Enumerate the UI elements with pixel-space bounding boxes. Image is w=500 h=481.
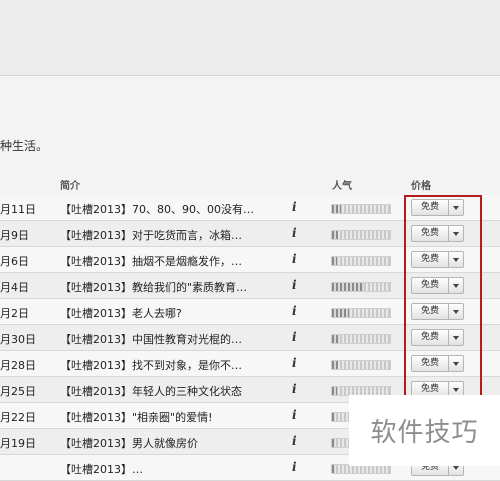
- episode-title[interactable]: 【吐槽2013】找不到对象，是你不…: [60, 357, 242, 373]
- episode-date: 月22日: [0, 411, 36, 424]
- column-header-popularity[interactable]: 人气: [332, 177, 352, 192]
- column-header-price[interactable]: 价格: [411, 177, 431, 192]
- episode-date: 月9日: [0, 229, 29, 242]
- episode-date: 月6日: [0, 255, 29, 268]
- popularity-bar: [331, 308, 391, 318]
- popularity-fill: [332, 387, 337, 395]
- watermark-logo: 软件技巧: [349, 395, 500, 466]
- episode-date: 月2日: [0, 307, 29, 320]
- episode-date: 月4日: [0, 281, 29, 294]
- info-icon[interactable]: i: [292, 252, 297, 266]
- popularity-fill: [332, 231, 338, 239]
- episode-title[interactable]: 【吐槽2013】年轻人的三种文化状态: [60, 383, 242, 399]
- popularity-fill: [332, 439, 335, 447]
- episode-title[interactable]: 【吐槽2013】教给我们的"素质教育…: [60, 279, 247, 295]
- episode-title[interactable]: 【吐槽2013】抽烟不是烟瘾发作，…: [60, 253, 242, 269]
- info-icon[interactable]: i: [292, 434, 297, 448]
- episode-title[interactable]: 【吐槽2013】中国性教育对光棍的…: [60, 331, 242, 347]
- popularity-fill: [332, 309, 350, 317]
- popularity-fill: [332, 205, 341, 213]
- episode-date: 月11日: [0, 203, 36, 216]
- info-icon[interactable]: i: [292, 356, 297, 370]
- episode-title[interactable]: 【吐槽2013】对于吃货而言，冰箱…: [60, 227, 242, 243]
- episode-title[interactable]: 【吐槽2013】老人去哪?: [60, 305, 182, 321]
- info-icon[interactable]: i: [292, 330, 297, 344]
- info-icon[interactable]: i: [292, 460, 297, 474]
- popularity-bar: [331, 360, 391, 370]
- episode-date: 月19日: [0, 437, 36, 450]
- divider: [0, 75, 500, 76]
- popularity-fill: [332, 413, 336, 421]
- popularity-fill: [332, 257, 337, 265]
- episode-date: 月25日: [0, 385, 36, 398]
- popularity-fill: [332, 283, 364, 291]
- column-header-intro[interactable]: 简介: [60, 177, 80, 192]
- popularity-bar: [331, 256, 391, 266]
- episode-title[interactable]: 【吐槽2013】"相亲圈"的爱情!: [60, 409, 213, 425]
- podcast-description: 种生活。: [0, 139, 49, 153]
- popularity-bar: [331, 282, 391, 292]
- info-icon[interactable]: i: [292, 408, 297, 422]
- popularity-fill: [332, 465, 335, 473]
- popularity-bar: [331, 230, 391, 240]
- info-icon[interactable]: i: [292, 382, 297, 396]
- popularity-bar: [331, 334, 391, 344]
- episode-title[interactable]: 【吐槽2013】…: [60, 461, 143, 477]
- episode-date: 月28日: [0, 359, 36, 372]
- top-banner: [0, 0, 500, 75]
- popularity-fill: [332, 335, 339, 343]
- episode-title[interactable]: 【吐槽2013】70、80、90、00没有…: [60, 201, 254, 217]
- info-icon[interactable]: i: [292, 278, 297, 292]
- episode-date: 月30日: [0, 333, 36, 346]
- popularity-bar: [331, 204, 391, 214]
- popularity-fill: [332, 361, 338, 369]
- info-icon[interactable]: i: [292, 304, 297, 318]
- episode-title[interactable]: 【吐槽2013】男人就像房价: [60, 435, 198, 451]
- info-icon[interactable]: i: [292, 226, 297, 240]
- info-icon[interactable]: i: [292, 200, 297, 214]
